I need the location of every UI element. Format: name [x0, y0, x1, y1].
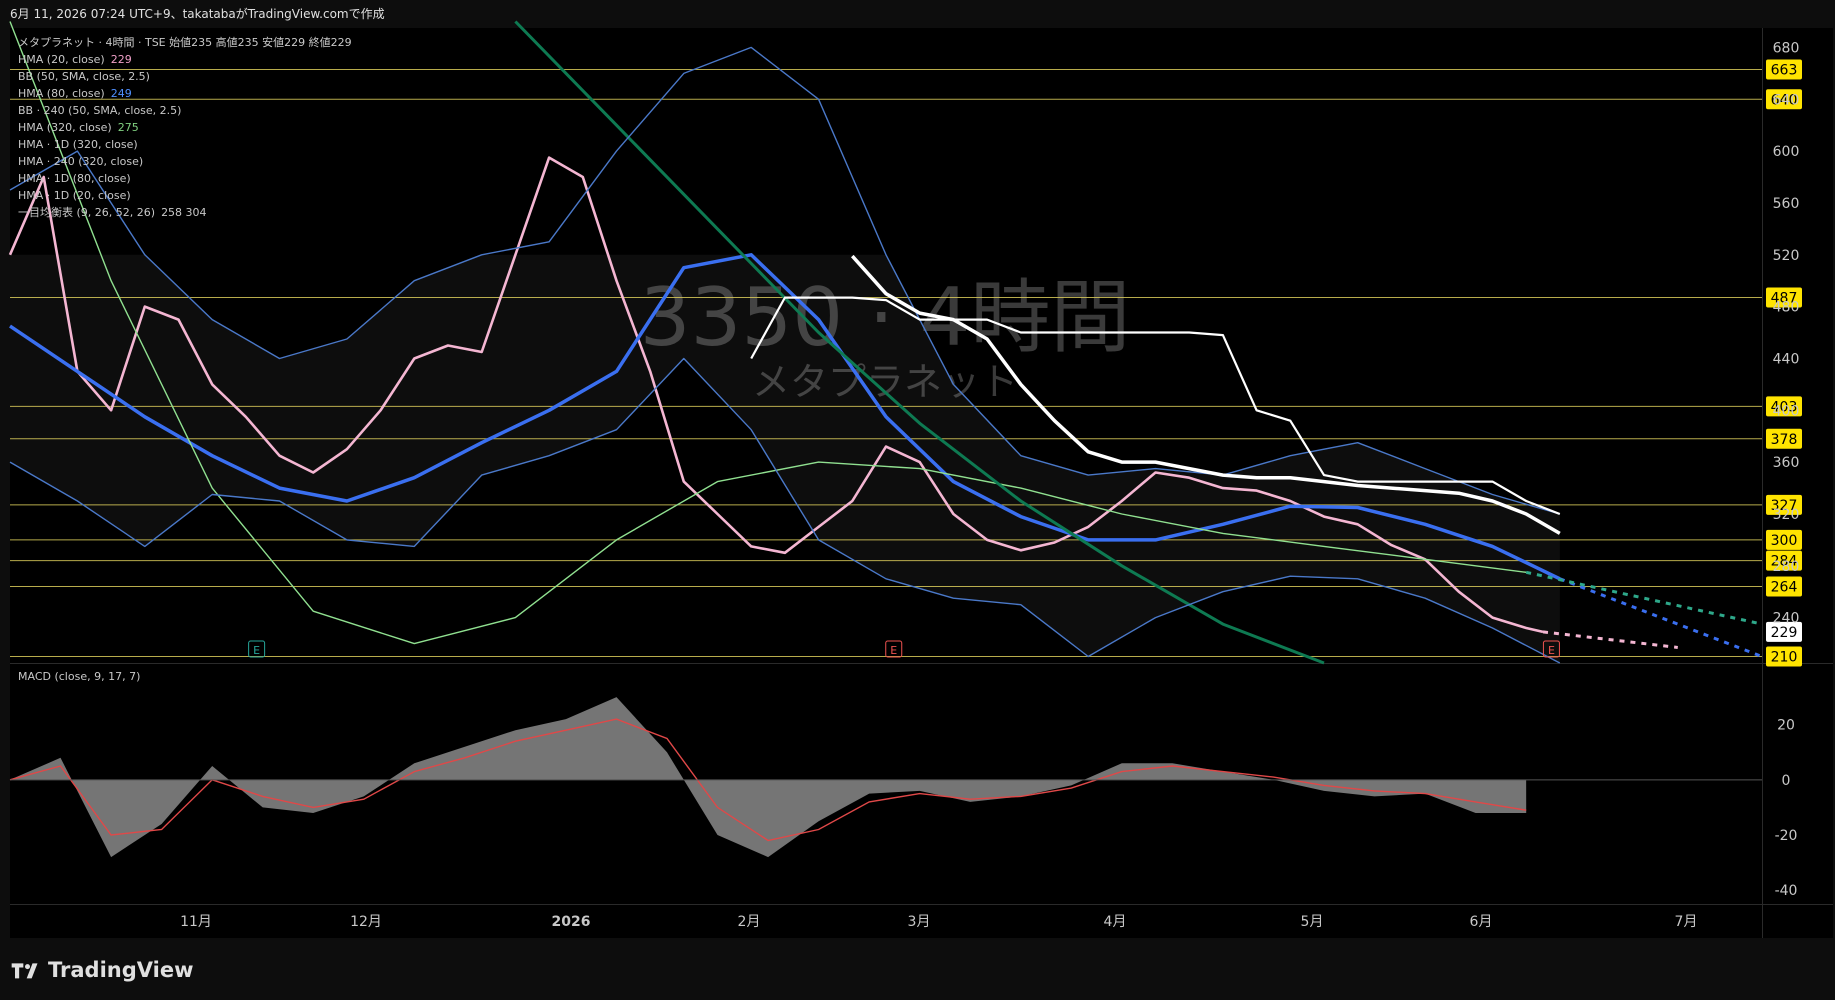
legend-row[interactable]: メタプラネット · 4時間 · TSE 始値235 高値235 安値229 終値…	[18, 34, 352, 51]
earnings-marker-label: E	[253, 644, 260, 657]
price-tick-label: 280	[1773, 559, 1800, 575]
macd-tick-label: -20	[1775, 828, 1798, 844]
legend-label: 一目均衡表 (9, 26, 52, 26)	[18, 206, 156, 219]
legend-value: 249	[110, 87, 132, 100]
price-tick-label: 440	[1773, 351, 1800, 367]
price-tick-label: 480	[1773, 300, 1800, 316]
level-price-label: 300	[1771, 533, 1798, 549]
time-tick-label: 2月	[738, 914, 761, 930]
level-price-label: 378	[1771, 432, 1798, 448]
time-tick-label: 3月	[908, 914, 931, 930]
brand-name: TradingView	[48, 958, 194, 982]
tradingview-brand[interactable]: TradingView	[10, 955, 193, 985]
indicator-legend: メタプラネット · 4時間 · TSE 始値235 高値235 安値229 終値…	[18, 34, 352, 221]
legend-label: BB · 240 (50, SMA, close, 2.5)	[18, 104, 182, 117]
legend-row[interactable]: HMA (320, close) 275	[18, 119, 352, 136]
legend-label: HMA · 1D (20, close)	[18, 189, 131, 202]
price-tick-label: 600	[1773, 144, 1800, 160]
legend-label: HMA · 240 (320, close)	[18, 155, 144, 168]
earnings-marker-label: E	[890, 644, 897, 657]
time-tick-label: 5月	[1301, 914, 1324, 930]
time-tick-label: 12月	[350, 914, 382, 930]
legend-row[interactable]: HMA · 1D (320, close)	[18, 136, 352, 153]
legend-row[interactable]: HMA (80, close) 249	[18, 85, 352, 102]
price-tick-label: 680	[1773, 40, 1800, 56]
price-tick-label: 520	[1773, 248, 1800, 264]
legend-value: 275	[117, 121, 139, 134]
snapshot-caption: 6月 11, 2026 07:24 UTC+9、takatabaがTrading…	[10, 7, 385, 21]
macd-tick-label: -40	[1775, 883, 1798, 899]
legend-label: HMA (80, close)	[18, 87, 105, 100]
legend-row[interactable]: 一目均衡表 (9, 26, 52, 26) 258 304	[18, 204, 352, 221]
legend-label: BB (50, SMA, close, 2.5)	[18, 70, 150, 83]
price-tick-label: 320	[1773, 507, 1800, 523]
macd-tick-label: 0	[1782, 773, 1791, 789]
level-price-label: 264	[1771, 580, 1798, 596]
price-tick-label: 560	[1773, 196, 1800, 212]
time-tick-label: 6月	[1470, 914, 1493, 930]
legend-label: HMA · 1D (320, close)	[18, 138, 138, 151]
macd-tick-label: 20	[1777, 718, 1795, 734]
level-price-label: 210	[1771, 650, 1798, 666]
time-tick-label: 7月	[1675, 914, 1698, 930]
price-axis[interactable]	[1763, 28, 1833, 938]
legend-label: HMA · 1D (80, close)	[18, 172, 131, 185]
legend-value: 258 304	[161, 206, 207, 219]
legend-row[interactable]: BB (50, SMA, close, 2.5)	[18, 68, 352, 85]
legend-value: 229	[110, 53, 132, 66]
legend-row[interactable]: HMA · 1D (20, close)	[18, 187, 352, 204]
price-tick-label: 400	[1773, 403, 1800, 419]
legend-row[interactable]: HMA (20, close) 229	[18, 51, 352, 68]
time-axis[interactable]	[10, 905, 1762, 938]
legend-row[interactable]: BB · 240 (50, SMA, close, 2.5)	[18, 102, 352, 119]
earnings-marker-label: E	[1548, 644, 1555, 657]
level-price-label: 663	[1771, 62, 1798, 78]
legend-label: HMA (320, close)	[18, 121, 112, 134]
last-price-label: 229	[1771, 625, 1798, 641]
macd-title: MACD (close, 9, 17, 7)	[18, 670, 141, 683]
price-tick-label: 240	[1773, 611, 1800, 627]
time-tick-label: 2026	[552, 914, 591, 930]
legend-label: メタプラネット · 4時間 · TSE 始値235 高値235 安値229 終値…	[18, 36, 352, 49]
legend-row[interactable]: HMA · 240 (320, close)	[18, 153, 352, 170]
price-tick-label: 640	[1773, 92, 1800, 108]
tradingview-logo-icon	[11, 963, 38, 979]
price-tick-label: 360	[1773, 455, 1800, 471]
legend-row[interactable]: HMA · 1D (80, close)	[18, 170, 352, 187]
time-tick-label: 4月	[1104, 914, 1127, 930]
legend-label: HMA (20, close)	[18, 53, 105, 66]
time-tick-label: 11月	[180, 914, 212, 930]
